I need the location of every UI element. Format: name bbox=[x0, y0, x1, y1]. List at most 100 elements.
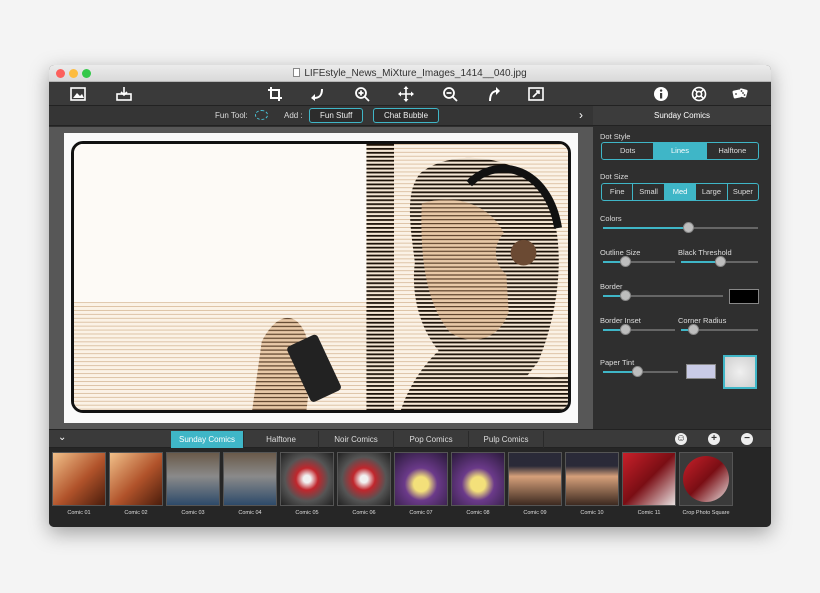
save-icon[interactable] bbox=[114, 85, 134, 103]
image-icon[interactable] bbox=[68, 85, 88, 103]
dot-size-small[interactable]: Small bbox=[633, 184, 665, 200]
thumbnail-label: Comic 03 bbox=[181, 510, 205, 516]
title-bar: LIFEstyle_News_MiXture_Images_1414__040.… bbox=[49, 65, 771, 82]
paper bbox=[64, 133, 578, 423]
zoom-out-icon[interactable] bbox=[440, 85, 460, 103]
border-slider[interactable] bbox=[603, 290, 723, 301]
palette-icon[interactable]: ☺ bbox=[675, 433, 687, 445]
thumbnail-comic-08[interactable] bbox=[451, 452, 505, 506]
resize-icon[interactable] bbox=[526, 85, 546, 103]
canvas-area[interactable] bbox=[49, 127, 593, 429]
thumbnail-comic-01[interactable] bbox=[52, 452, 106, 506]
thumbnail-comic-04[interactable] bbox=[223, 452, 277, 506]
paper-tint-label: Paper Tint bbox=[600, 358, 635, 367]
document-icon bbox=[293, 68, 301, 77]
thumbnail-label: Comic 07 bbox=[409, 510, 433, 516]
thumbnail-label: Comic 06 bbox=[352, 510, 376, 516]
sidebar-header: Sunday Comics bbox=[593, 106, 771, 126]
chevron-right-icon[interactable]: › bbox=[579, 108, 583, 122]
dot-style-segmented: Dots Lines Halftone bbox=[601, 142, 759, 160]
toolbar bbox=[49, 82, 771, 106]
colors-slider-knob[interactable] bbox=[683, 222, 695, 233]
dot-style-label: Dot Style bbox=[600, 132, 631, 141]
rotate-left-icon[interactable] bbox=[308, 85, 328, 103]
dot-style-dots[interactable]: Dots bbox=[602, 143, 655, 159]
outline-size-label: Outline Size bbox=[600, 248, 641, 257]
crop-icon[interactable] bbox=[265, 85, 285, 103]
info-icon[interactable] bbox=[651, 85, 671, 103]
tab-pulp-comics[interactable]: Pulp Comics bbox=[469, 431, 544, 448]
outline-size-slider[interactable] bbox=[603, 256, 675, 267]
preset-tab-bar: ⌄ Sunday Comics Halftone Noir Comics Pop… bbox=[49, 429, 771, 448]
window-title: LIFEstyle_News_MiXture_Images_1414__040.… bbox=[49, 68, 771, 79]
thumbnail-comic-10[interactable] bbox=[565, 452, 619, 506]
collapse-chevron-icon[interactable]: ⌄ bbox=[58, 432, 66, 443]
paper-tint-slider-knob[interactable] bbox=[631, 366, 643, 377]
dot-style-halftone[interactable]: Halftone bbox=[707, 143, 758, 159]
thumbnail-label: Comic 10 bbox=[580, 510, 604, 516]
corner-radius-slider[interactable] bbox=[681, 324, 758, 335]
black-threshold-slider[interactable] bbox=[681, 256, 758, 267]
settings-sidebar: Dot Style Dots Lines Halftone Dot Size F… bbox=[593, 127, 771, 429]
remove-preset-icon[interactable]: − bbox=[741, 433, 753, 445]
options-bar: Fun Tool: Add : Fun Stuff Chat Bubble › bbox=[49, 106, 593, 126]
tab-halftone[interactable]: Halftone bbox=[244, 431, 319, 448]
thumbnail-label: Comic 01 bbox=[67, 510, 91, 516]
thumbnail-comic-02[interactable] bbox=[109, 452, 163, 506]
dot-size-med[interactable]: Med bbox=[664, 184, 697, 200]
thumbnail-label: Comic 09 bbox=[523, 510, 547, 516]
thumbnail-comic-06[interactable] bbox=[337, 452, 391, 506]
corner-radius-slider-knob[interactable] bbox=[687, 324, 699, 335]
paper-tint-slider[interactable] bbox=[603, 366, 678, 377]
rotate-right-icon[interactable] bbox=[483, 85, 503, 103]
window-title-text: LIFEstyle_News_MiXture_Images_1414__040.… bbox=[304, 68, 527, 79]
dot-size-large[interactable]: Large bbox=[696, 184, 728, 200]
add-label: Add : bbox=[284, 111, 303, 120]
help-icon[interactable] bbox=[689, 85, 709, 103]
thumbnail-comic-07[interactable] bbox=[394, 452, 448, 506]
dot-size-segmented: Fine Small Med Large Super bbox=[601, 183, 759, 201]
comic-frame bbox=[71, 141, 571, 413]
move-icon[interactable] bbox=[396, 85, 416, 103]
black-threshold-slider-knob[interactable] bbox=[714, 256, 726, 267]
fun-tool-label: Fun Tool: bbox=[215, 111, 248, 120]
thumbnail-label: Comic 02 bbox=[124, 510, 148, 516]
border-color-swatch[interactable] bbox=[729, 289, 759, 304]
random-icon[interactable] bbox=[730, 85, 750, 103]
colors-label: Colors bbox=[600, 214, 622, 223]
chat-bubble-button[interactable]: Chat Bubble bbox=[373, 108, 440, 123]
border-slider-knob[interactable] bbox=[619, 290, 631, 301]
thumbnail-label: Comic 08 bbox=[466, 510, 490, 516]
dot-size-label: Dot Size bbox=[600, 172, 629, 181]
outline-size-slider-knob[interactable] bbox=[619, 256, 631, 267]
zoom-in-icon[interactable] bbox=[352, 85, 372, 103]
thumbnail-label: Comic 05 bbox=[295, 510, 319, 516]
border-inset-slider[interactable] bbox=[603, 324, 675, 335]
dot-style-lines[interactable]: Lines bbox=[654, 143, 707, 159]
tab-pop-comics[interactable]: Pop Comics bbox=[394, 431, 469, 448]
paper-texture-swatch[interactable] bbox=[723, 355, 757, 389]
thumbnail-label: Crop Photo Square bbox=[682, 510, 730, 516]
corner-radius-label: Corner Radius bbox=[678, 316, 727, 325]
thumbnail-comic-09[interactable] bbox=[508, 452, 562, 506]
tab-sunday-comics[interactable]: Sunday Comics bbox=[171, 431, 244, 448]
fun-stuff-button[interactable]: Fun Stuff bbox=[309, 108, 364, 123]
thumbnail-crop-photo-square[interactable] bbox=[679, 452, 733, 506]
ellipse-select-icon[interactable] bbox=[255, 110, 268, 120]
thumbnail-comic-11[interactable] bbox=[622, 452, 676, 506]
border-inset-slider-knob[interactable] bbox=[619, 324, 631, 335]
colors-slider[interactable] bbox=[603, 222, 758, 233]
dot-size-super[interactable]: Super bbox=[728, 184, 758, 200]
black-threshold-label: Black Threshold bbox=[678, 248, 732, 257]
tab-noir-comics[interactable]: Noir Comics bbox=[319, 431, 394, 448]
border-inset-label: Border Inset bbox=[600, 316, 641, 325]
border-label: Border bbox=[600, 282, 623, 291]
paper-tint-color-swatch[interactable] bbox=[686, 364, 716, 379]
thumbnail-comic-05[interactable] bbox=[280, 452, 334, 506]
thumbnail-label: Comic 04 bbox=[238, 510, 262, 516]
thumbnail-label: Comic 11 bbox=[637, 510, 661, 516]
comic-photo bbox=[74, 144, 568, 410]
dot-size-fine[interactable]: Fine bbox=[602, 184, 634, 200]
thumbnail-comic-03[interactable] bbox=[166, 452, 220, 506]
add-preset-icon[interactable]: + bbox=[708, 433, 720, 445]
